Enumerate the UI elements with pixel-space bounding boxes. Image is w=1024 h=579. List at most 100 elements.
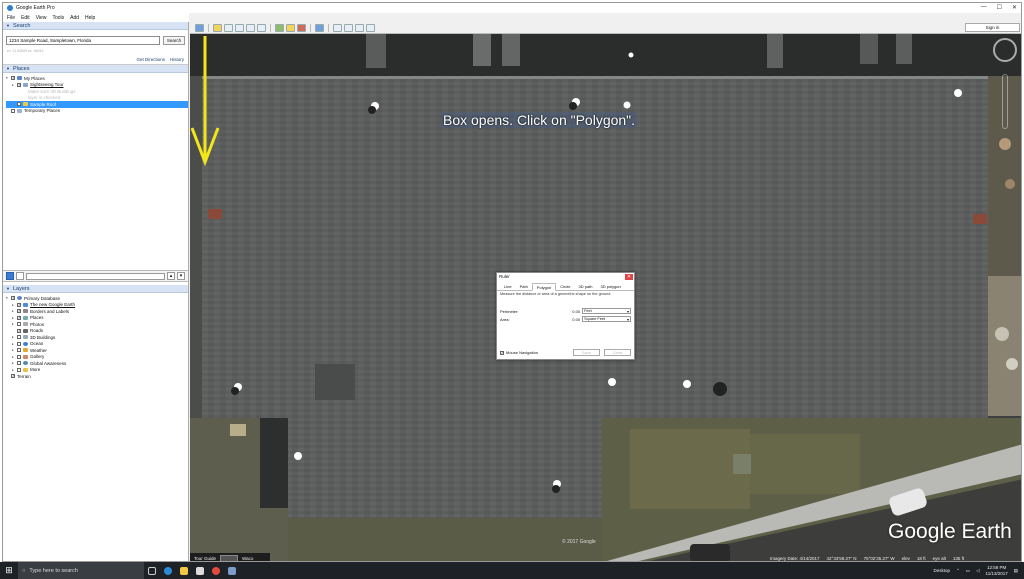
edge-icon[interactable] (160, 562, 176, 579)
historical-imagery-icon[interactable] (275, 23, 284, 32)
record-tour-icon[interactable] (257, 23, 266, 32)
elevation-value: 18 ft (916, 556, 926, 561)
search-input[interactable] (6, 36, 160, 45)
notifications-icon[interactable]: ▤ (1014, 568, 1018, 574)
tab-line[interactable]: Line (500, 283, 516, 290)
desktop-toolbar[interactable]: Desktop (934, 568, 951, 573)
chrome-icon[interactable] (208, 562, 224, 579)
tab-circle[interactable]: Circle (556, 283, 574, 290)
checkbox[interactable]: ✓ (17, 102, 21, 107)
email-icon[interactable] (333, 23, 342, 32)
close-icon[interactable]: ✕ (1012, 4, 1017, 11)
checkbox[interactable] (17, 367, 21, 372)
sidebar-toggle-icon[interactable] (195, 23, 204, 32)
places-section-header[interactable]: ▼ Places (3, 65, 188, 73)
menu-edit[interactable]: Edit (21, 15, 30, 21)
layer-icon (23, 354, 28, 359)
perimeter-unit-select[interactable]: Feet (582, 308, 631, 314)
layer-icon (23, 322, 28, 327)
get-directions-link[interactable]: Get Directions (136, 57, 165, 62)
checkbox[interactable]: ✓ (11, 374, 15, 379)
collapse-triangle-icon[interactable]: ▼ (6, 23, 10, 28)
tab-path[interactable]: Path (516, 283, 532, 290)
minimize-icon[interactable]: — (981, 4, 987, 11)
task-view-icon[interactable] (144, 562, 160, 579)
save-button[interactable]: Save (573, 349, 600, 356)
menu-add[interactable]: Add (70, 15, 79, 21)
store-icon[interactable] (192, 562, 208, 579)
google-maps-icon[interactable] (366, 23, 375, 32)
tour-thumbnail[interactable] (220, 554, 239, 561)
down-arrow-button[interactable]: ▾ (177, 272, 185, 280)
search-section-header[interactable]: ▼ Search (3, 22, 188, 30)
maximize-icon[interactable]: ☐ (997, 4, 1002, 11)
checkbox[interactable] (17, 348, 21, 353)
checkbox[interactable]: ✓ (11, 296, 15, 301)
checkbox[interactable]: ✓ (17, 82, 21, 87)
tab-polygon[interactable]: Polygon (531, 283, 557, 291)
checkbox[interactable] (11, 108, 15, 113)
save-image-icon[interactable] (355, 23, 364, 32)
checkbox[interactable]: ✓ (11, 76, 15, 81)
checkbox[interactable] (17, 335, 21, 340)
compass-navigation-control[interactable] (993, 38, 1017, 62)
checkbox[interactable]: ✓ (17, 315, 21, 320)
places-view-icon[interactable] (6, 272, 14, 280)
menu-tools[interactable]: Tools (52, 15, 64, 21)
polygon-icon[interactable] (224, 23, 233, 32)
collapse-triangle-icon[interactable]: ▼ (6, 286, 10, 291)
file-explorer-icon[interactable] (176, 562, 192, 579)
checkbox[interactable]: ✓ (17, 302, 21, 307)
area-unit-select[interactable]: Square Feet (582, 316, 631, 322)
area-label: Area: (500, 316, 510, 322)
windows-start-icon[interactable]: ⊞ (0, 562, 18, 579)
print-icon[interactable] (344, 23, 353, 32)
clock[interactable]: 12:58 PM 11/13/2017 (986, 565, 1008, 576)
planets-icon[interactable] (297, 23, 306, 32)
search-links: Get Directions History (3, 55, 188, 65)
checkbox[interactable]: ✓ (17, 328, 21, 333)
history-link[interactable]: History (170, 57, 184, 62)
layer-icon (23, 348, 28, 353)
search-button[interactable]: Search (163, 36, 185, 45)
checkbox[interactable] (17, 361, 21, 366)
map-view[interactable]: Box opens. Click on "Polygon". Ruler ✕ L… (190, 34, 1021, 561)
system-tray: Desktop ⌃ ▭ ◁ 12:58 PM 11/13/2017 ▤ (934, 565, 1024, 576)
placemark-icon[interactable] (213, 23, 222, 32)
clear-button[interactable]: Clear (604, 349, 631, 356)
taskbar-search-box[interactable]: ○ Type here to search (18, 562, 144, 579)
folder-button[interactable] (16, 272, 24, 280)
sign-in-button[interactable]: Sign in (965, 23, 1020, 32)
close-icon[interactable]: ✕ (625, 274, 633, 280)
up-arrow-button[interactable]: ▴ (167, 272, 175, 280)
ruler-tabs: Line Path Polygon Circle 3D path 3D poly… (497, 283, 634, 291)
network-icon[interactable]: ▭ (966, 568, 970, 574)
checkbox[interactable] (17, 354, 21, 359)
menu-help[interactable]: Help (85, 15, 95, 21)
volume-icon[interactable]: ◁ (976, 568, 979, 574)
layers-section-header[interactable]: ▼ Layers (3, 285, 188, 293)
image-overlay-icon[interactable] (246, 23, 255, 32)
layer-item[interactable]: ✓ Terrain (6, 373, 188, 380)
places-filter-input[interactable] (26, 272, 165, 280)
google-earth-taskbar-icon[interactable] (224, 562, 240, 579)
checkbox[interactable]: ✓ (17, 309, 21, 314)
zoom-slider[interactable] (1002, 74, 1008, 129)
menu-view[interactable]: View (36, 15, 47, 21)
layers-header-label: Layers (12, 285, 30, 292)
collapse-triangle-icon[interactable]: ▼ (6, 66, 10, 71)
google-earth-logo: Google Earth (888, 520, 1012, 543)
checkbox[interactable] (17, 341, 21, 346)
clock-date: 11/13/2017 (985, 570, 1008, 576)
tab-3d-polygon[interactable]: 3D polygon (597, 283, 625, 290)
tree-item-temporary-places[interactable]: Temporary Places (6, 108, 188, 115)
ruler-icon[interactable] (315, 23, 324, 32)
tray-arrow-icon[interactable]: ⌃ (956, 568, 960, 574)
menu-file[interactable]: File (7, 15, 15, 21)
sun-icon[interactable] (286, 23, 295, 32)
checkbox[interactable] (17, 322, 21, 327)
path-icon[interactable] (235, 23, 244, 32)
tour-guide-bar[interactable]: Tour Guide Waco (190, 553, 270, 561)
tab-3d-path[interactable]: 3D path (575, 283, 597, 290)
mouse-navigation-checkbox[interactable]: ✓ (500, 350, 504, 355)
